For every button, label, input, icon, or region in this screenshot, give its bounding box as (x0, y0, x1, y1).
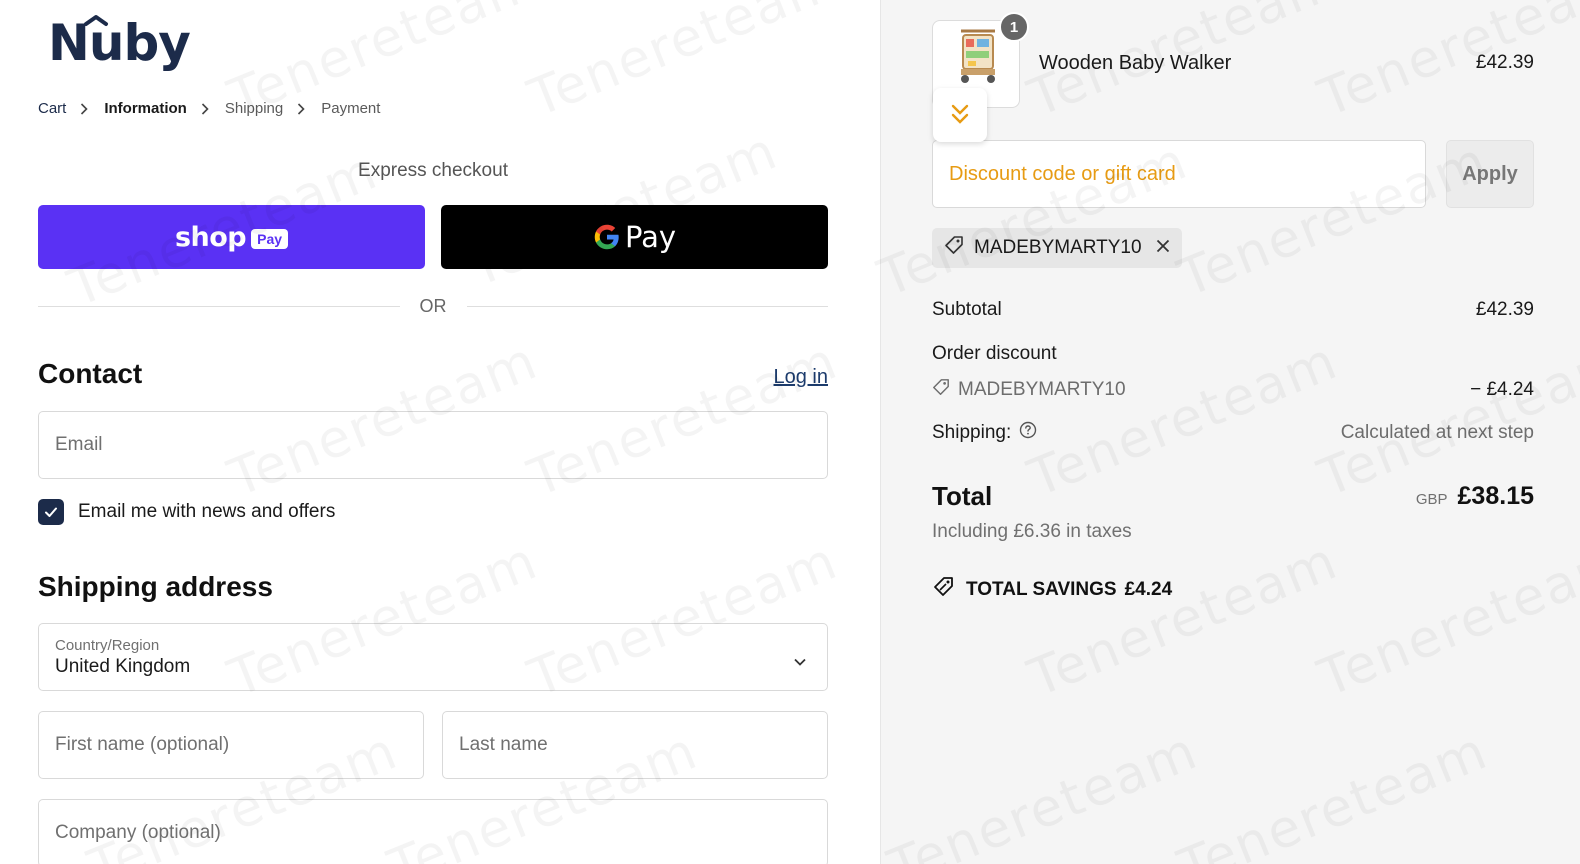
divider-line (466, 306, 828, 307)
express-checkout-title: Express checkout (358, 160, 508, 181)
or-divider: OR (38, 296, 828, 317)
last-name-field[interactable]: Last name (442, 711, 828, 779)
google-pay-button[interactable]: Pay (441, 205, 828, 269)
shipping-address-title: Shipping address (38, 571, 273, 602)
discount-placeholder: Discount code or gift card (949, 162, 1176, 185)
email-field[interactable]: Email (38, 411, 828, 479)
nuby-logo-icon: Nuby (48, 14, 191, 72)
total-amount-group: GBP £38.15 (1416, 482, 1534, 511)
taxes-note: Including £6.36 in taxes (932, 521, 1132, 542)
shipping-value: Calculated at next step (1340, 422, 1534, 443)
contact-title: Contact (38, 358, 143, 389)
discount-code-input[interactable]: Discount code or gift card (932, 140, 1426, 208)
checkmark-icon (45, 507, 57, 517)
order-discount-value: − £4.24 (1470, 379, 1534, 400)
company-placeholder: Company (optional) (55, 822, 221, 843)
country-select[interactable]: Country/Region United Kingdom (38, 623, 828, 691)
chevron-right-icon (201, 102, 211, 115)
double-chevron-down-icon (951, 104, 969, 124)
country-value: United Kingdom (55, 655, 191, 677)
tag-icon (932, 378, 950, 402)
order-discount-code: MADEBYMARTY10 (932, 378, 1126, 402)
newsletter-label: Email me with news and offers (78, 501, 336, 522)
newsletter-checkbox[interactable] (38, 499, 64, 525)
log-in-link[interactable]: Log in (774, 366, 829, 389)
currency-code: GBP (1415, 491, 1448, 508)
svg-text:Nuby: Nuby (48, 14, 190, 72)
google-pay-word: Pay (624, 220, 677, 254)
tag-icon (944, 235, 964, 261)
chevron-right-icon (297, 102, 307, 115)
first-name-placeholder: First name (optional) (55, 734, 230, 755)
subtotal-value: £42.39 (1475, 299, 1534, 320)
shipping-row: Shipping: Calculated at next step (932, 421, 1534, 445)
savings-label: TOTAL SAVINGS (966, 579, 1117, 600)
subtotal-row: Subtotal £42.39 (932, 299, 1534, 321)
chevron-right-icon (80, 102, 90, 115)
applied-code-label: MADEBYMARTY10 (974, 237, 1142, 258)
order-summary: 1 Wooden Baby Walker £42.39 Discount cod… (880, 0, 1580, 864)
order-discount-code-row: MADEBYMARTY10 − £4.24 (932, 378, 1534, 402)
order-discount-code-label: MADEBYMARTY10 (958, 379, 1126, 400)
country-label: Country/Region (55, 636, 160, 654)
breadcrumb-payment: Payment (321, 100, 381, 117)
checkout-main: Nuby Cart Information Shipping Payment E… (0, 0, 880, 864)
apply-button[interactable]: Apply (1446, 140, 1534, 208)
subtotal-label: Subtotal (932, 299, 1002, 320)
breadcrumb-cart[interactable]: Cart (38, 100, 66, 117)
product-price: £42.39 (1475, 52, 1534, 73)
shop-pay-word: shop (174, 221, 247, 253)
last-name-placeholder: Last name (459, 734, 548, 755)
close-icon[interactable] (1156, 237, 1170, 259)
product-name: Wooden Baby Walker (1039, 52, 1232, 74)
divider-line (38, 306, 400, 307)
help-icon[interactable] (1019, 421, 1037, 445)
newsletter-checkbox-row[interactable]: Email me with news and offers (38, 499, 335, 525)
company-field[interactable]: Company (optional) (38, 799, 828, 864)
total-savings: TOTAL SAVINGS £4.24 (932, 576, 1172, 604)
collapse-toggle[interactable] (933, 88, 987, 142)
quantity-badge: 1 (999, 12, 1029, 42)
or-label: OR (419, 296, 447, 316)
first-name-field[interactable]: First name (optional) (38, 711, 424, 779)
shipping-label: Shipping: (932, 422, 1012, 443)
email-placeholder: Email (55, 434, 103, 455)
shop-pay-button[interactable]: shop Pay (38, 205, 425, 269)
total-amount: £38.15 (1457, 482, 1534, 510)
order-discount-row: Order discount (932, 343, 1534, 365)
shop-pay-pill: Pay (251, 229, 289, 249)
chevron-down-icon (793, 651, 807, 673)
breadcrumb-shipping: Shipping (224, 100, 284, 117)
savings-tag-icon (932, 576, 956, 604)
breadcrumb: Cart Information Shipping Payment (38, 100, 380, 117)
brand-logo[interactable]: Nuby (46, 10, 216, 76)
applied-code-tag: MADEBYMARTY10 (932, 228, 1182, 268)
breadcrumb-information: Information (104, 100, 187, 117)
google-g-icon (594, 224, 619, 250)
total-row: Total GBP £38.15 (932, 481, 1534, 512)
total-label: Total (932, 481, 993, 511)
shipping-label-group: Shipping: (932, 421, 1037, 445)
order-discount-label: Order discount (932, 343, 1057, 364)
savings-value: £4.24 (1124, 579, 1173, 600)
